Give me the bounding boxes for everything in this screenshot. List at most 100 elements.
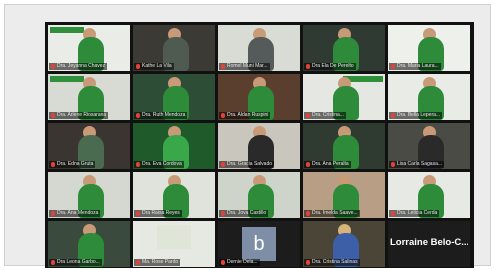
event-banner — [50, 76, 84, 82]
participant-name: Dra. Jeyanna Chavez — [57, 63, 106, 69]
muted-mic-icon — [391, 211, 395, 216]
participant-name: Dra. Imelda Saave... — [312, 210, 358, 216]
muted-mic-icon — [306, 64, 310, 69]
profile-avatar: b — [242, 227, 276, 261]
name-tag: Dernie Dela... — [219, 259, 260, 266]
event-banner — [157, 225, 191, 249]
participant-tile[interactable]: Dra. Cristina... — [303, 74, 385, 120]
participant-name: Dra. Maria Laura... — [397, 63, 439, 69]
participant-tile[interactable]: Dra Leona Garbo... — [48, 221, 130, 267]
participant-name: Dra. Bella Lepera... — [397, 112, 441, 118]
participant-tile[interactable]: Dra. Leticia Cerda — [388, 172, 470, 218]
muted-mic-icon — [306, 260, 310, 265]
name-tag: Dra. Maria Laura... — [389, 63, 441, 70]
name-tag: Dra Leona Garbo... — [49, 259, 102, 266]
participant-name: Dra. Arlene Riosarana — [57, 112, 107, 118]
participant-tile[interactable]: Ma. Rose Pardo — [133, 221, 215, 267]
participant-name: Dra. Ruth Mendoza — [142, 112, 186, 118]
participant-tile[interactable]: Dra. Aldan Ruspini — [218, 74, 300, 120]
participant-tile[interactable]: Romel Muni Mar... — [218, 25, 300, 71]
muted-mic-icon — [221, 260, 225, 265]
participant-name: Dra. Leticia Cerda — [397, 210, 438, 216]
participant-tile[interactable]: Dra Ela De Perelto — [303, 25, 385, 71]
name-tag: Lisa Carla Sagasa... — [389, 161, 445, 168]
participant-name: Dra. Edna Gruta — [57, 161, 94, 167]
name-tag: Dra. Jeyanna Chavez — [49, 63, 108, 70]
muted-mic-icon — [221, 113, 225, 118]
event-banner — [50, 27, 84, 33]
participant-tile[interactable]: Dra. Ana Mendoza — [48, 172, 130, 218]
participant-name: Dra. Gracia Salvado — [227, 161, 273, 167]
participant-tile[interactable]: Dra. Maria Laura... — [388, 25, 470, 71]
participant-tile[interactable]: Dra. Ruth Mendoza — [133, 74, 215, 120]
participant-name: Ma. Rose Pardo — [142, 259, 179, 265]
participant-tile[interactable]: Lorraine Belo-C... — [388, 221, 470, 267]
participant-name: Lisa Carla Sagasa... — [397, 161, 443, 167]
participant-tile[interactable]: Dra Raisa Reyes — [133, 172, 215, 218]
name-tag: Dra. Gracia Salvado — [219, 161, 275, 168]
muted-mic-icon — [136, 211, 140, 216]
participant-tile[interactable]: Dra. Gracia Salvado — [218, 123, 300, 169]
name-tag: Dra. Cristina... — [304, 112, 346, 119]
muted-mic-icon — [136, 260, 140, 265]
participant-name: Dra. Aldan Ruspini — [227, 112, 269, 118]
name-tag: Dra Raisa Reyes — [134, 210, 182, 217]
name-tag: Dra. Eva Cordova — [134, 161, 184, 168]
active-speaker-tile[interactable]: Lisa Carla Sagasa... — [388, 123, 470, 169]
name-tag: Dra. Aldan Ruspini — [219, 112, 271, 119]
muted-mic-icon — [221, 64, 225, 69]
muted-mic-icon — [51, 162, 55, 167]
participant-tile[interactable]: b Dernie Dela... — [218, 221, 300, 267]
participant-name: Dra. Cristina... — [312, 112, 344, 118]
name-tag: Dra. Edna Gruta — [49, 161, 96, 168]
screenshot-frame: Dra. Jeyanna Chavez Kathe La Vila Romel … — [4, 4, 491, 268]
participant-name: Dra Leona Garbo... — [57, 259, 100, 265]
muted-mic-icon — [136, 162, 140, 167]
participant-name: Dra. Jova Castillo — [227, 210, 267, 216]
muted-mic-icon — [306, 113, 310, 118]
muted-mic-icon — [51, 260, 55, 265]
muted-mic-icon — [306, 211, 310, 216]
muted-mic-icon — [391, 162, 395, 167]
participant-name: Dra. Eva Cordova — [142, 161, 182, 167]
name-tag: Dra. Ana Mendoza — [49, 210, 101, 217]
participant-tile[interactable]: Dra. Imelda Saave... — [303, 172, 385, 218]
muted-mic-icon — [306, 162, 310, 167]
name-tag: Dra. Ruth Mendoza — [134, 112, 188, 119]
participant-name: Dernie Dela... — [227, 259, 258, 265]
name-tag: Dra. Leticia Cerda — [389, 210, 440, 217]
name-tag: Dra. Imelda Saave... — [304, 210, 360, 217]
muted-mic-icon — [136, 113, 140, 118]
name-tag: Dra Ela De Perelto — [304, 63, 356, 70]
muted-mic-icon — [51, 211, 55, 216]
participant-tile[interactable]: Dra. Edna Gruta — [48, 123, 130, 169]
participant-tile[interactable]: Dra. Ana Peralta — [303, 123, 385, 169]
participant-name: Dra. Ana Mendoza — [57, 210, 99, 216]
name-tag: Dra. Bella Lepera... — [389, 112, 443, 119]
participant-name: Romel Muni Mar... — [227, 63, 268, 69]
participant-tile[interactable]: Dra. Jeyanna Chavez — [48, 25, 130, 71]
muted-mic-icon — [391, 64, 395, 69]
participant-name: Dra Ela De Perelto — [312, 63, 354, 69]
participant-tile[interactable]: Kathe La Vila — [133, 25, 215, 71]
name-tag: Ma. Rose Pardo — [134, 259, 181, 266]
name-tag: Dra. Arlene Riosarana — [49, 112, 109, 119]
name-tag: Dra. Jova Castillo — [219, 210, 269, 217]
muted-mic-icon — [391, 113, 395, 118]
name-tag: Kathe La Vila — [134, 63, 174, 70]
participant-tile[interactable]: Dra. Bella Lepera... — [388, 74, 470, 120]
participant-tile[interactable]: Dra. Cristina Salinas — [303, 221, 385, 267]
participant-name: Kathe La Vila — [142, 63, 172, 69]
participant-name: Dra. Ana Peralta — [312, 161, 349, 167]
muted-mic-icon — [51, 113, 55, 118]
name-tag: Dra. Ana Peralta — [304, 161, 351, 168]
participant-tile[interactable]: Dra. Jova Castillo — [218, 172, 300, 218]
participant-tile[interactable]: Dra. Arlene Riosarana — [48, 74, 130, 120]
participant-tile[interactable]: Dra. Eva Cordova — [133, 123, 215, 169]
participant-name: Dra. Cristina Salinas — [312, 259, 358, 265]
participant-name-display: Lorraine Belo-C... — [390, 237, 468, 248]
muted-mic-icon — [51, 64, 55, 69]
name-tag: Dra. Cristina Salinas — [304, 259, 360, 266]
muted-mic-icon — [221, 162, 225, 167]
muted-mic-icon — [136, 64, 140, 69]
